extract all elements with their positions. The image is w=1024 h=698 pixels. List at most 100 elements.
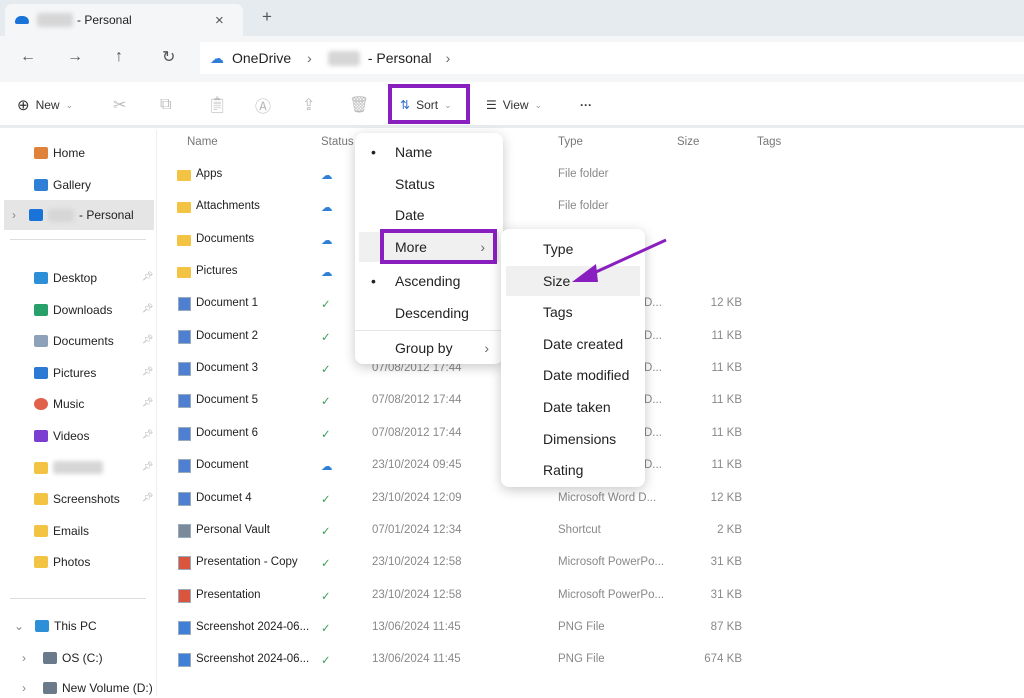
onedrive-icon xyxy=(29,209,43,221)
chevron-icon[interactable]: › xyxy=(22,681,38,695)
chevron-right-icon[interactable]: › xyxy=(12,208,16,222)
list-view-icon: ☰ xyxy=(486,98,497,112)
word-file-icon xyxy=(178,491,191,506)
breadcrumb[interactable]: ☁ OneDrive › - Personal › xyxy=(200,42,1024,74)
ppt-file-icon xyxy=(178,588,191,603)
file-size: 11 KB xyxy=(711,394,742,407)
breadcrumb-personal[interactable]: - Personal xyxy=(368,50,432,66)
back-button[interactable]: ← xyxy=(20,48,36,66)
chevron-icon[interactable]: › xyxy=(22,651,38,665)
folder-icon xyxy=(34,461,48,474)
file-type: PNG File xyxy=(558,620,605,633)
chevron-down-icon: ⌄ xyxy=(65,99,74,110)
chevron-right-icon: › xyxy=(307,50,312,66)
sidebar-item-emails[interactable]: Emails xyxy=(34,521,89,541)
file-date: 23/10/2024 12:09 xyxy=(372,491,462,504)
sort-by-tags[interactable]: Tags xyxy=(501,297,645,327)
pin-icon[interactable]: 📌︎ xyxy=(142,303,153,314)
shortcut-file-icon xyxy=(178,523,191,538)
sidebar-item-this-pc[interactable]: ⌄ This PC xyxy=(14,616,97,636)
sort-option-name[interactable]: • Name xyxy=(355,137,503,167)
pin-icon[interactable]: 📌︎ xyxy=(142,271,153,282)
file-row[interactable]: Presentation - Copy ✓ 23/10/2024 12:58 Micr… xyxy=(170,554,770,574)
word-file-icon xyxy=(178,362,191,377)
share-icon[interactable]: ⇪ xyxy=(302,82,315,128)
column-header-status[interactable]: Status xyxy=(321,136,354,148)
sort-option-status[interactable]: Status xyxy=(355,169,503,199)
tab-personal[interactable]: - Personal × xyxy=(5,4,243,36)
sidebar-item-documents[interactable]: Documents xyxy=(34,331,114,351)
rename-icon[interactable]: Ⓐ xyxy=(255,82,271,128)
sidebar-item-drive-c[interactable]: › OS (C:) xyxy=(22,648,103,668)
file-date: 07/08/2012 17:44 xyxy=(372,426,462,439)
file-row[interactable]: Document 6 ✓ 07/08/2012 17:44 D... 11 KB xyxy=(170,425,770,445)
file-type: File folder xyxy=(558,168,609,180)
sort-option-date[interactable]: Date xyxy=(355,200,503,230)
column-header-name[interactable]: Name xyxy=(187,136,218,148)
sort-option-ascending[interactable]: • Ascending xyxy=(355,266,503,296)
file-row[interactable]: Document 5 ✓ 07/08/2012 17:44 D... 11 KB xyxy=(170,392,770,412)
more-options-button[interactable]: ··· xyxy=(580,82,592,128)
file-type: D... xyxy=(644,459,662,472)
menu-divider xyxy=(355,330,503,331)
onedrive-icon xyxy=(15,16,29,24)
menu-item-label: Ascending xyxy=(395,273,461,289)
sidebar-item-downloads[interactable]: Downloads xyxy=(34,300,112,320)
sort-option-descending[interactable]: Descending xyxy=(355,298,503,328)
column-header-tags[interactable]: Tags xyxy=(757,136,781,148)
sidebar-item-desktop[interactable]: Desktop xyxy=(34,268,97,288)
file-type: PNG File xyxy=(558,653,605,666)
sidebar-item-screenshots[interactable]: Screenshots xyxy=(34,489,120,509)
new-button[interactable]: ⊕ New ⌄ xyxy=(17,82,73,128)
refresh-button[interactable]: ↻ xyxy=(162,47,175,67)
sidebar-item-photos[interactable]: Photos xyxy=(34,552,90,572)
sidebar-item-music[interactable]: Music xyxy=(34,394,84,414)
sidebar-item[interactable]: Home xyxy=(34,143,85,163)
paste-icon[interactable]: 📋︎ xyxy=(207,82,227,128)
pin-icon[interactable]: 📌︎ xyxy=(142,366,153,377)
redacted-name xyxy=(53,461,103,475)
sidebar-item-label: This PC xyxy=(54,619,97,633)
cut-icon[interactable]: ✂ xyxy=(113,82,126,128)
file-row[interactable]: Document ☁ 23/10/2024 09:45 D... 11 KB xyxy=(170,457,770,477)
sidebar-item[interactable]: Gallery xyxy=(34,175,91,195)
drive-icon xyxy=(43,652,57,664)
view-button[interactable]: ☰ View ⌄ xyxy=(486,82,542,128)
pin-icon[interactable]: 📌︎ xyxy=(142,461,153,472)
chevron-icon[interactable]: ⌄ xyxy=(14,619,30,633)
menu-item-label: Descending xyxy=(395,305,469,321)
file-row[interactable]: Screenshot 2024-06... ✓ 13/06/2024 11:45 PN… xyxy=(170,619,770,639)
column-header-size[interactable]: Size xyxy=(677,136,699,148)
sidebar-item-pictures[interactable]: Pictures xyxy=(34,363,96,383)
up-button[interactable]: ↑ xyxy=(115,48,123,66)
file-name: Documents xyxy=(196,232,255,245)
close-tab-button[interactable]: × xyxy=(215,12,224,29)
sort-by-date-modified[interactable]: Date modified xyxy=(501,360,645,390)
sort-by-dimensions[interactable]: Dimensions xyxy=(501,424,645,454)
sidebar-item-label: - Personal xyxy=(79,208,134,222)
file-row[interactable]: Personal Vault ✓ 07/01/2024 12:34 Shortcut 2… xyxy=(170,522,770,542)
file-row[interactable]: Screenshot 2024-06... ✓ 13/06/2024 11:45 PN… xyxy=(170,651,770,671)
sort-option-group-by[interactable]: Group by › xyxy=(355,333,503,363)
pin-icon[interactable]: 📌︎ xyxy=(142,492,153,503)
sort-by-date-created[interactable]: Date created xyxy=(501,329,645,359)
synced-check-icon: ✓ xyxy=(321,428,331,441)
copy-icon[interactable]: ⧉ xyxy=(160,82,171,128)
sidebar-item-drive-d[interactable]: › New Volume (D:) xyxy=(22,678,153,698)
file-type: Shortcut xyxy=(558,523,601,536)
breadcrumb-onedrive[interactable]: OneDrive xyxy=(232,50,291,66)
sidebar-item[interactable]: › - Personal xyxy=(4,200,154,230)
pin-icon[interactable]: 📌︎ xyxy=(142,397,153,408)
sort-by-rating[interactable]: Rating xyxy=(501,455,645,485)
sidebar-item-redacted[interactable] xyxy=(34,458,103,478)
sort-by-date-taken[interactable]: Date taken xyxy=(501,392,645,422)
delete-icon[interactable]: 🗑︎ xyxy=(349,82,369,128)
file-row[interactable]: Documet 4 ✓ 23/10/2024 12:09 Microsoft Word… xyxy=(170,490,770,510)
pin-icon[interactable]: 📌︎ xyxy=(142,334,153,345)
pin-icon[interactable]: 📌︎ xyxy=(142,429,153,440)
sidebar-item-videos[interactable]: Videos xyxy=(34,426,89,446)
forward-button[interactable]: → xyxy=(67,48,83,66)
new-tab-button[interactable]: + xyxy=(262,7,272,27)
file-row[interactable]: Presentation ✓ 23/10/2024 12:58 Microsoft P… xyxy=(170,587,770,607)
column-header-type[interactable]: Type xyxy=(558,136,583,148)
